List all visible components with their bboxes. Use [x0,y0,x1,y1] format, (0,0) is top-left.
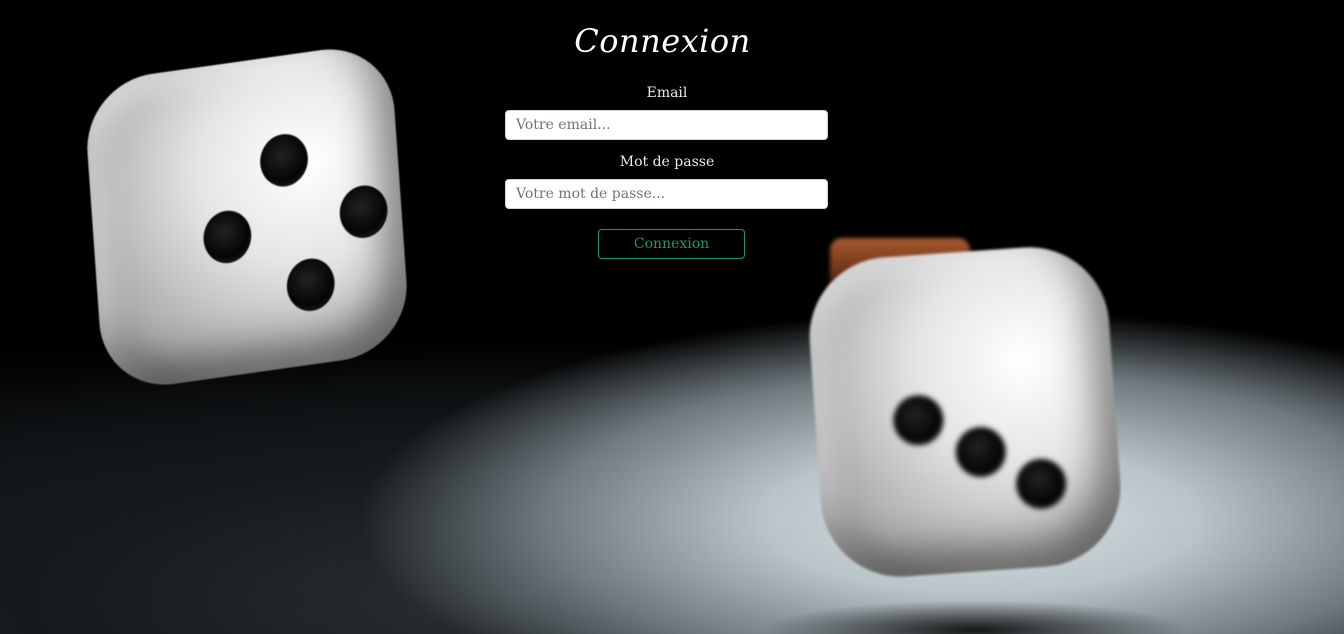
die-pip [201,207,253,267]
password-input[interactable] [505,179,828,209]
die-pip [1014,457,1068,511]
login-button[interactable]: Connexion [598,229,745,259]
die-pip [954,425,1008,479]
die-three-image [804,241,1126,583]
die-pip [891,393,946,447]
login-page: Connexion Email Mot de passe Connexion [0,0,1344,634]
die-pip [285,255,337,315]
email-label: Email [646,85,688,101]
password-label: Mot de passe [619,154,715,170]
die-pip [338,182,390,242]
page-title: Connexion [574,22,751,60]
email-input[interactable] [505,110,828,140]
floor-shadow [760,600,1190,634]
